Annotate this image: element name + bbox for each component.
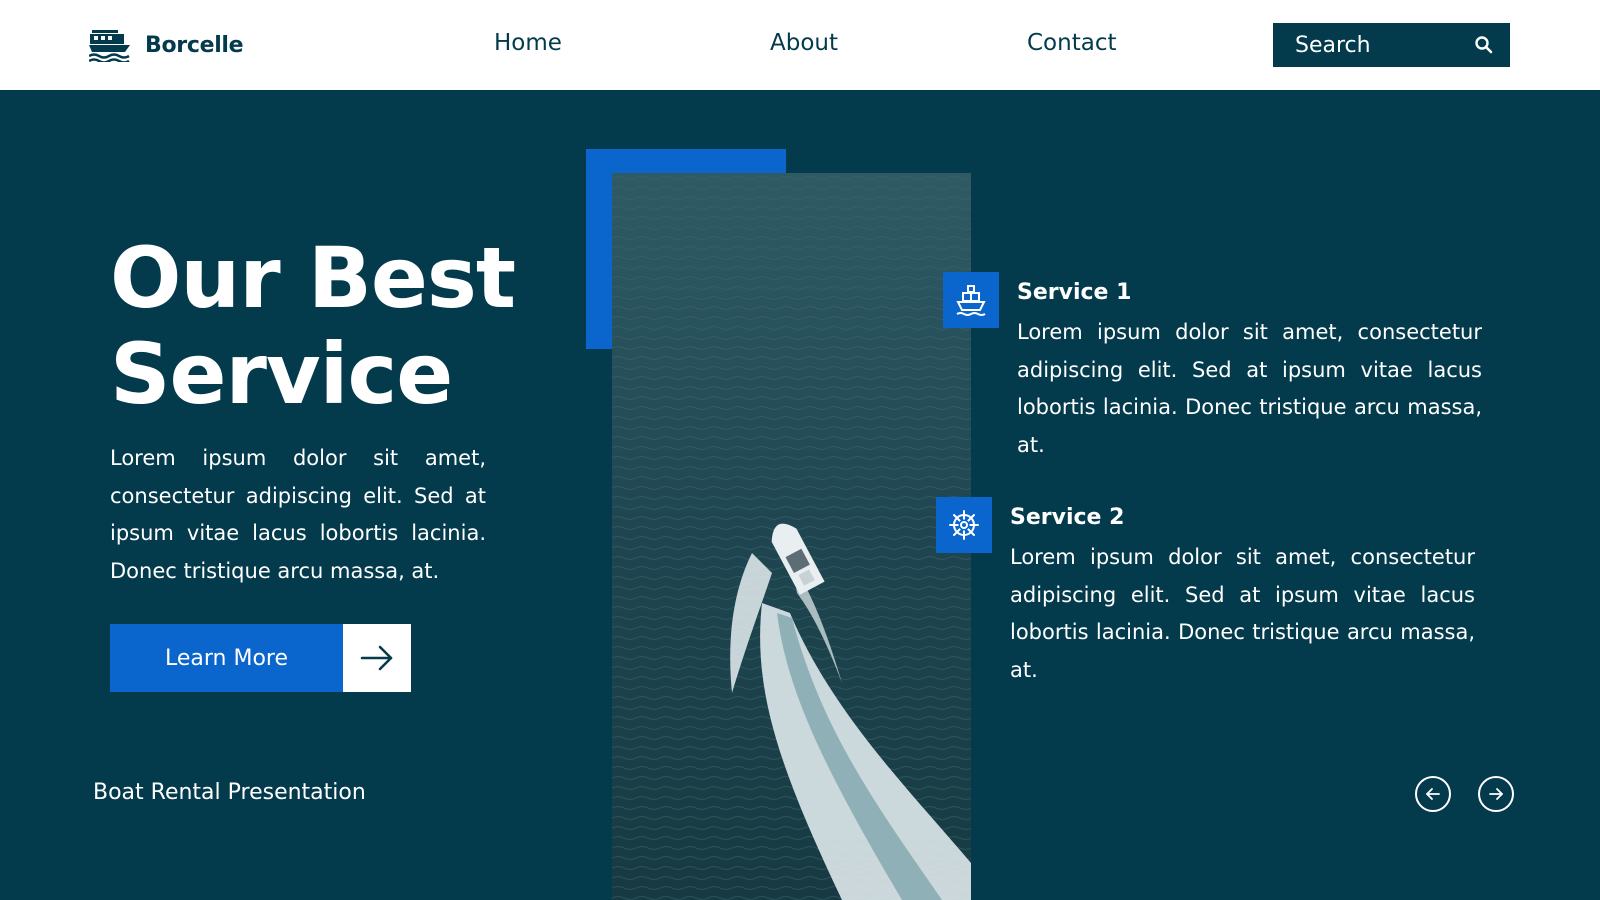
nav-contact-link[interactable]: Contact [1027,30,1116,56]
brand-name: Borcelle [145,32,244,58]
next-slide-button[interactable] [1478,776,1514,812]
learn-more-button[interactable]: Learn More [110,624,411,692]
search-icon[interactable] [1474,35,1494,55]
title-line-2: Service [110,325,453,423]
hero-description: Lorem ipsum dolor sit amet, consectetur … [110,446,486,583]
arrow-left-icon [1426,788,1440,800]
top-header: Borcelle Home About Contact Search [0,0,1600,90]
nav-about-link[interactable]: About [770,30,838,56]
search-placeholder: Search [1295,32,1371,58]
arrow-right-icon [1489,788,1503,800]
nav-home-link[interactable]: Home [494,30,562,56]
ferry-boat-icon [89,30,130,62]
service-2-title: Service 2 [1010,505,1125,530]
ship-icon [943,272,999,328]
title-line-1: Our Best [110,229,516,327]
service-2-description: Lorem ipsum dolor sit amet, consectetur … [1010,545,1475,682]
ship-wheel-icon [936,497,992,553]
brand-logo[interactable]: Borcelle [89,28,244,62]
learn-more-label: Learn More [110,624,343,692]
page-title: Our Best Service [110,230,550,422]
arrow-right-icon [343,624,411,692]
boat-photo [612,173,971,900]
search-input[interactable]: Search [1273,23,1510,67]
service-1-description: Lorem ipsum dolor sit amet, consectetur … [1017,320,1482,457]
service-1-title: Service 1 [1017,280,1132,305]
previous-slide-button[interactable] [1415,776,1451,812]
presentation-label: Boat Rental Presentation [93,780,366,805]
